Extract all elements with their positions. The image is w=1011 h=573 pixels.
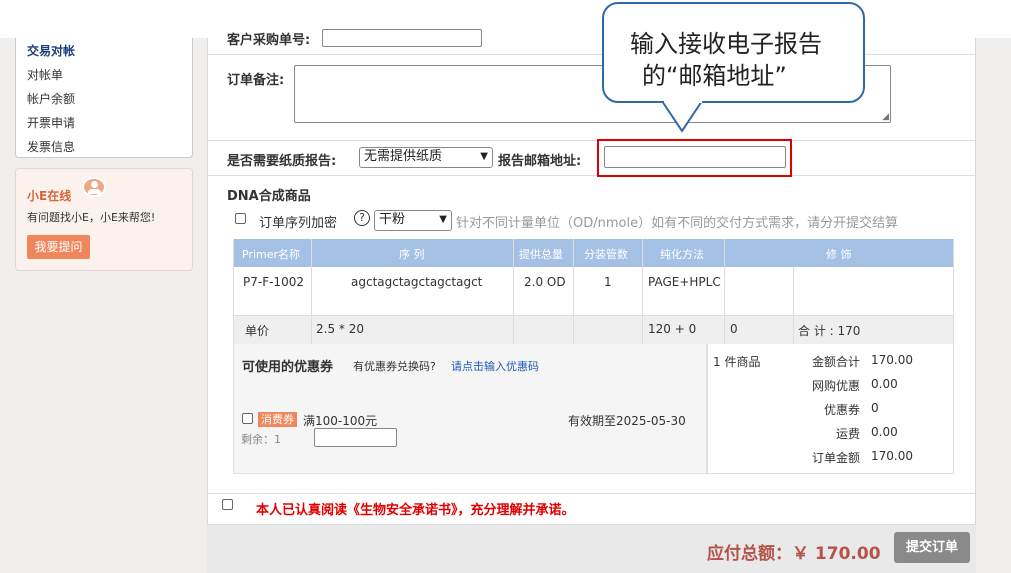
callout-bubble: 输入接收电子报告 的“邮箱地址” — [602, 2, 865, 103]
table-row: P7-F-1002 agctagctagctagctagct 2.0 OD 1 … — [233, 267, 954, 315]
sidebar-item-statement[interactable]: 对帐单 — [27, 66, 63, 83]
unit-price-label: 单价 — [245, 324, 270, 338]
purification-price: 120 + 0 — [648, 322, 697, 336]
support-avatar-icon — [82, 177, 106, 197]
enter-coupon-link[interactable]: 请点击输入优惠码 — [451, 358, 539, 374]
coupon-checkbox[interactable] — [242, 413, 253, 424]
agreement-checkbox[interactable] — [222, 499, 233, 510]
column-divider — [233, 239, 234, 344]
summary-label-subtotal: 金额合计 — [811, 355, 860, 369]
coupon-title: 可使用的优惠券 — [242, 360, 334, 375]
coupon-quantity-input[interactable] — [314, 428, 397, 447]
callout-pointer-joint — [664, 99, 702, 103]
column-divider — [513, 239, 514, 344]
order-summary: 1 件商品 金额合计 170.00 网购优惠 0.00 优惠券 0 运费 0.0… — [707, 344, 954, 474]
help-icon[interactable]: ? — [354, 210, 370, 226]
summary-value-shipping: 0.00 — [871, 425, 898, 439]
summary-value-subtotal: 170.00 — [871, 353, 913, 367]
submit-order-button[interactable]: 提交订单 — [894, 532, 970, 563]
coupon-panel: 可使用的优惠券 有优惠券兑换码? 请点击输入优惠码 消费券 满100-100元 … — [233, 344, 707, 474]
ask-question-button[interactable]: 我要提问 — [27, 235, 90, 259]
divider — [208, 493, 975, 494]
product-section-title: DNA合成商品 — [227, 189, 311, 204]
sidebar-item-invoice-request[interactable]: 开票申请 — [27, 114, 75, 131]
support-text: 有问题找小E，小E来帮您! — [27, 211, 156, 224]
paper-report-value: 无需提供纸质 — [364, 149, 443, 164]
email-highlight-box — [597, 139, 792, 177]
purification-value: PAGE+HPLC — [648, 275, 721, 289]
row-divider — [233, 315, 954, 316]
unit-value: 干粉 — [379, 212, 406, 227]
agreement-text: 本人已认真阅读《生物安全承诺书》，充分理解并承诺。 — [256, 503, 575, 518]
col-modification: 修 饰 — [826, 248, 852, 261]
summary-label-order-amount: 订单金额 — [811, 451, 860, 465]
email-label: 报告邮箱地址: — [498, 154, 582, 169]
column-divider — [311, 239, 312, 344]
unit-note: 针对不同计量单位（OD/nmole）如有不同的交付方式需求，请分开提交结算 — [456, 216, 899, 231]
amount-value: 2.0 OD — [524, 275, 566, 289]
tubes-value: 1 — [604, 275, 612, 289]
summary-value-online-discount: 0.00 — [871, 377, 898, 391]
callout-line-2: 的“邮箱地址” — [642, 62, 787, 90]
column-divider — [642, 239, 643, 344]
summary-label-coupon: 优惠券 — [823, 403, 860, 417]
col-sequence: 序 列 — [399, 248, 425, 261]
online-support-box: 小E在线 有问题找小E，小E来帮您! 我要提问 — [15, 168, 193, 271]
unit-price-formula: 2.5 * 20 — [316, 322, 364, 336]
divider — [208, 175, 975, 176]
remark-label: 订单备注: — [227, 73, 285, 88]
coupon-question: 有优惠券兑换码? — [353, 360, 436, 373]
col-amount: 提供总量 — [519, 248, 563, 261]
item-count: 1 件商品 — [713, 355, 761, 369]
modification-price: 0 — [730, 322, 738, 336]
chevron-down-icon: ▼ — [480, 151, 488, 162]
sidebar-section-title: 交易对帐 — [27, 44, 76, 58]
product-table-header: Primer名称 序 列 提供总量 分装管数 纯化方法 修 饰 — [233, 239, 954, 267]
divider — [208, 140, 975, 141]
col-purification: 纯化方法 — [660, 248, 704, 261]
sidebar-item-invoice-info[interactable]: 发票信息 — [27, 138, 75, 155]
encrypt-label: 订单序列加密 — [259, 216, 338, 231]
unit-select[interactable]: 干粉 ▼ — [374, 210, 452, 231]
paper-report-select[interactable]: 无需提供纸质 ▼ — [359, 147, 493, 168]
row-total: 合 计 : 170 — [798, 324, 861, 338]
order-number-input[interactable] — [322, 29, 482, 47]
sequence-value: agctagctagctagctagct — [351, 275, 483, 289]
column-divider — [793, 267, 794, 344]
col-primer-name: Primer名称 — [242, 248, 301, 261]
order-number-label: 客户采购单号: — [227, 33, 311, 48]
summary-label-online-discount: 网购优惠 — [811, 379, 860, 393]
support-title: 小E在线 — [27, 189, 72, 203]
coupon-remaining: 剩余：1 — [241, 433, 281, 446]
chevron-down-icon: ▼ — [439, 214, 447, 225]
right-background — [976, 38, 1011, 573]
col-tubes: 分装管数 — [584, 248, 628, 261]
callout-line-1: 输入接收电子报告 — [630, 30, 822, 58]
column-divider — [953, 239, 954, 344]
sidebar-item-balance[interactable]: 帐户余额 — [27, 90, 75, 107]
coupon-validity: 有效期至2025-05-30 — [568, 414, 686, 428]
total-payable: 应付总额：￥ 170.00 — [707, 544, 881, 564]
sidebar-account-menu: 交易对帐 对帐单 帐户余额 开票申请 发票信息 — [15, 38, 193, 158]
encrypt-checkbox[interactable] — [235, 213, 246, 224]
summary-value-order-amount: 170.00 — [871, 449, 913, 463]
summary-value-coupon: 0 — [871, 401, 879, 415]
price-row: 单价 2.5 * 20 120 + 0 0 合 计 : 170 — [233, 315, 954, 344]
primer-name: P7-F-1002 — [243, 275, 304, 289]
summary-label-shipping: 运费 — [835, 427, 860, 441]
coupon-rule: 满100-100元 — [303, 414, 378, 428]
column-divider — [573, 239, 574, 344]
coupon-badge: 消费券 — [258, 412, 297, 427]
resize-handle-icon: ◢ — [882, 112, 889, 122]
paper-report-label: 是否需要纸质报告: — [227, 154, 337, 169]
column-divider — [724, 239, 725, 344]
